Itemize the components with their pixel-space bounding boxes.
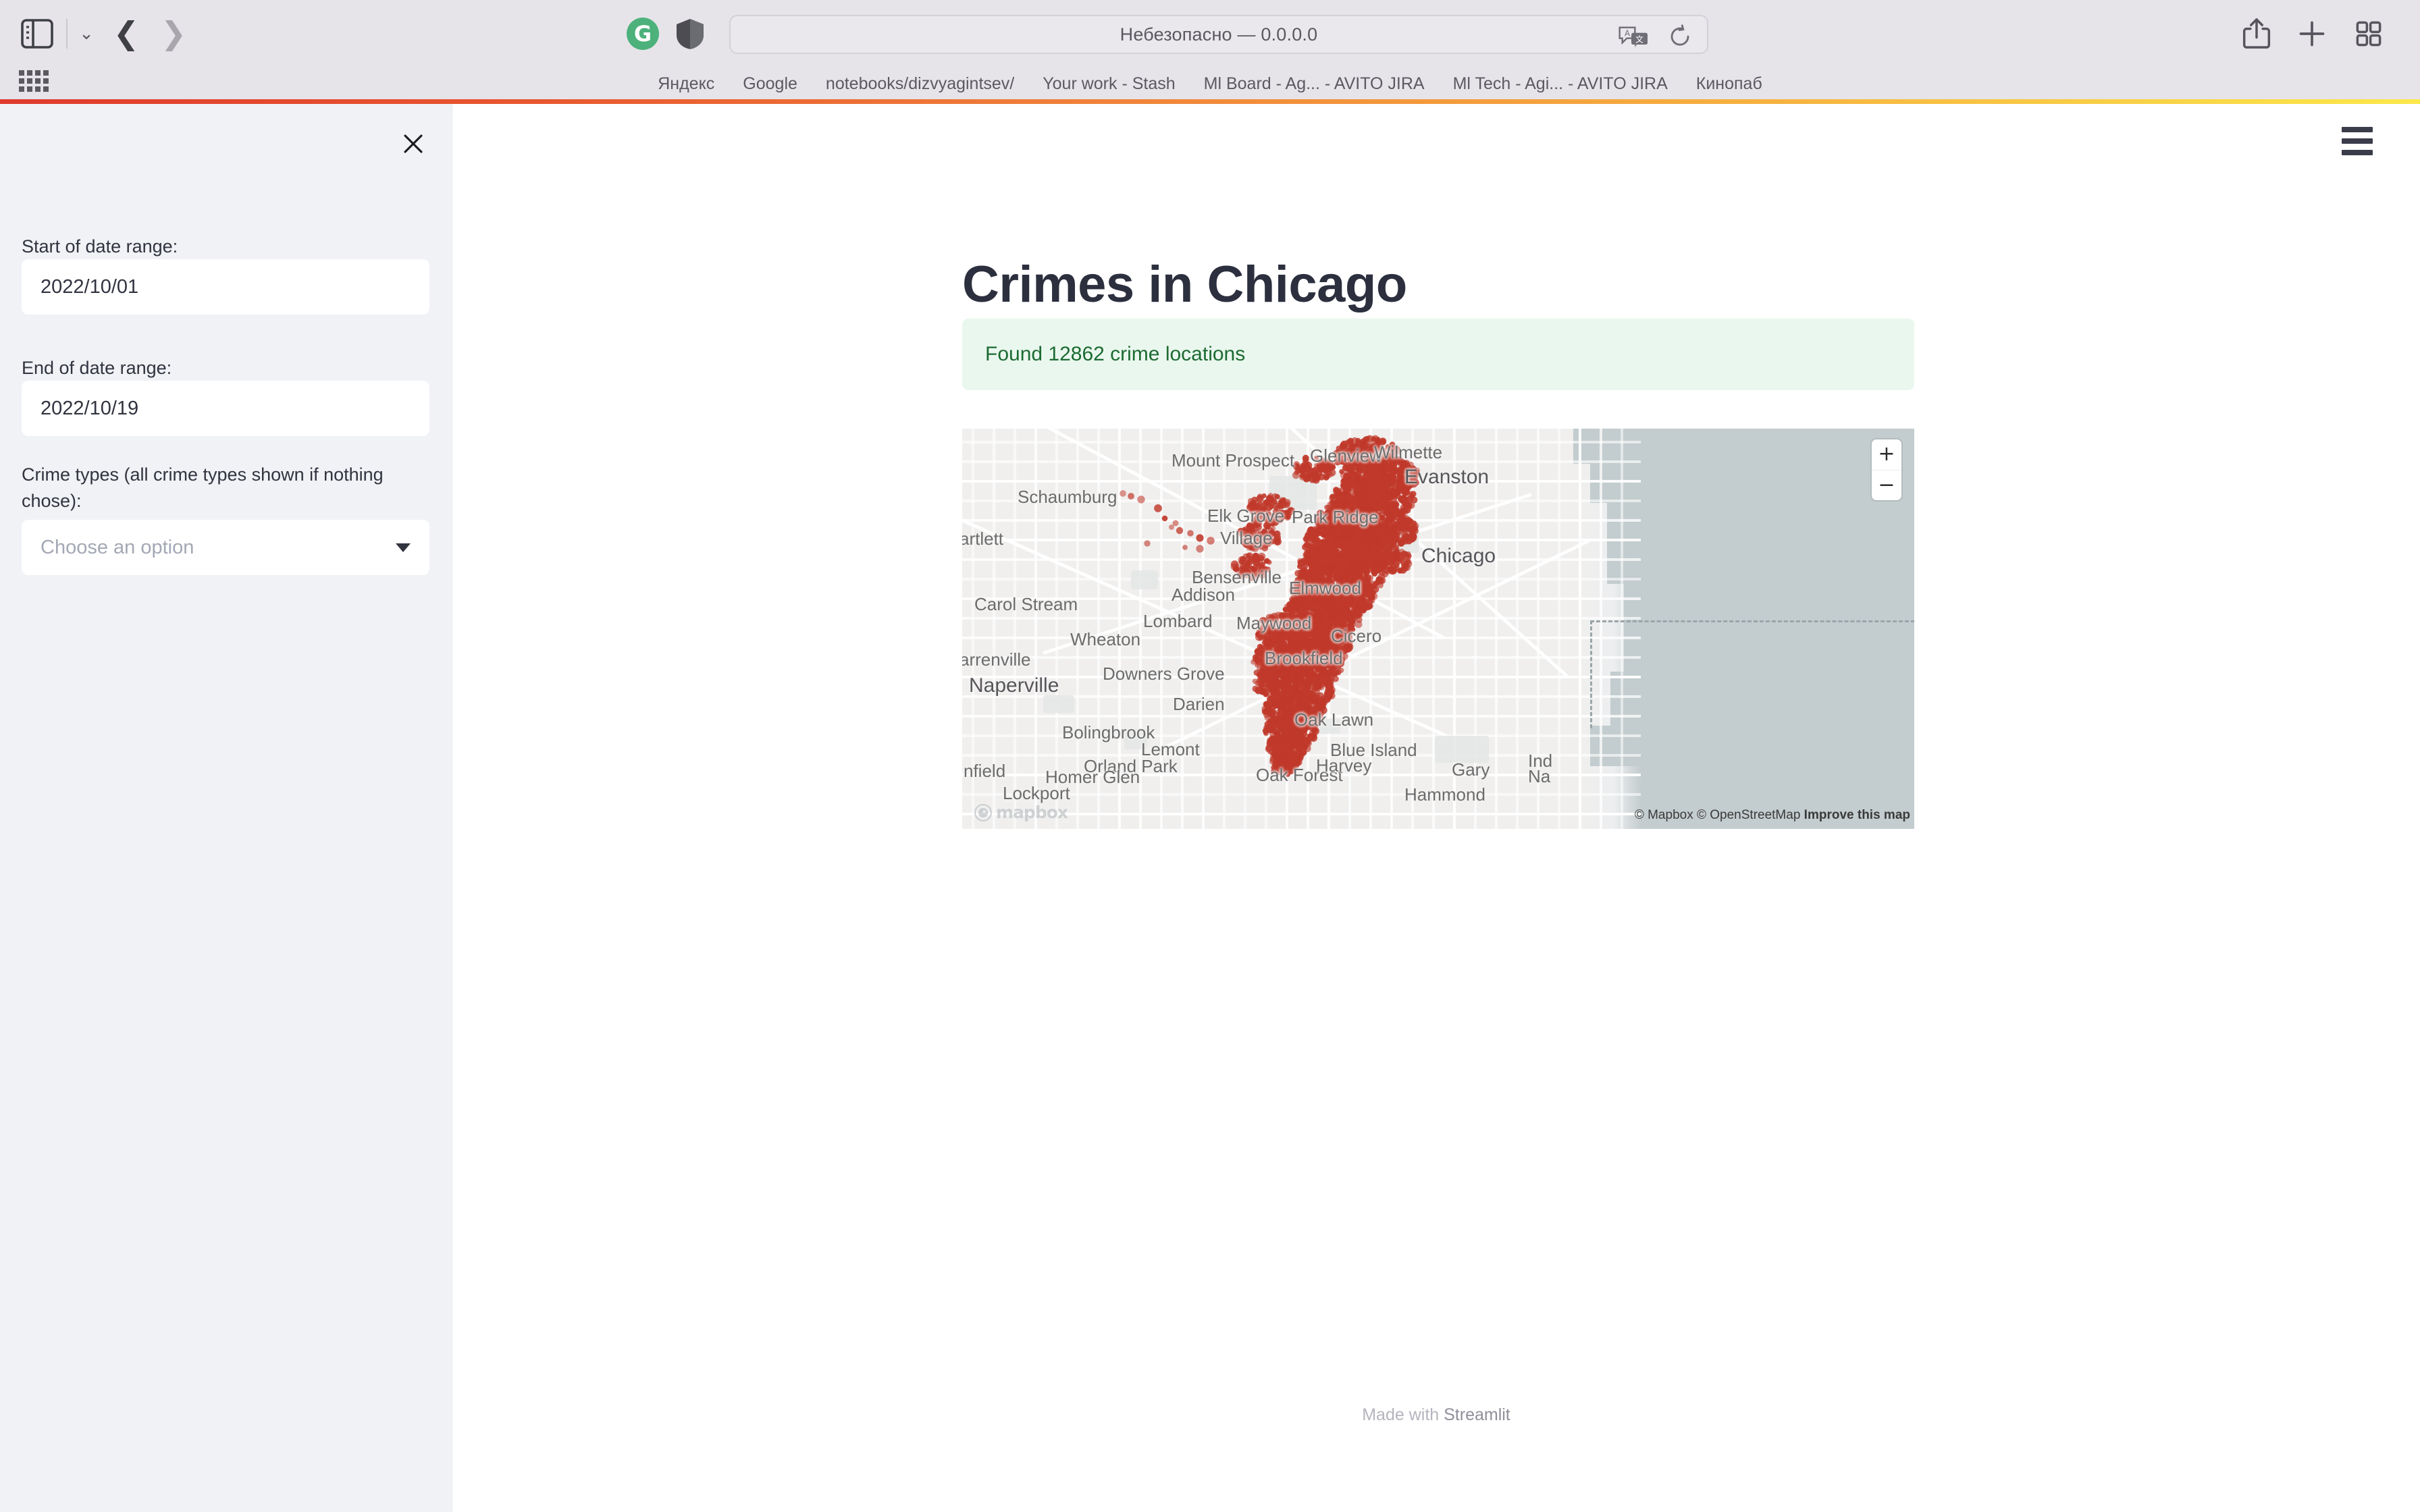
sidebar-toggle-icon[interactable]	[19, 15, 55, 53]
end-date-label: End of date range:	[22, 355, 427, 381]
menu-bar-3	[2342, 150, 2373, 155]
toolbar-divider	[66, 19, 68, 49]
page-title: Crimes in Chicago	[962, 255, 1407, 314]
start-date-value: 2022/10/01	[41, 276, 138, 298]
bookmark-your-work[interactable]: Your work - Stash	[1028, 74, 1189, 94]
forward-chevron-icon: ❯	[161, 18, 187, 49]
translate-icon[interactable]: A 文	[1618, 26, 1650, 47]
map-zoom-in-button[interactable]: +	[1872, 439, 1901, 470]
start-date-input[interactable]: 2022/10/01	[22, 259, 429, 315]
loading-progress-strip	[0, 99, 2420, 104]
map-zoom-controls[interactable]: + −	[1872, 439, 1901, 500]
bookmark-yandex[interactable]: Яндекс	[643, 74, 729, 94]
grammarly-glyph: G	[634, 21, 652, 47]
app-main: Crimes in Chicago Found 12862 crime loca…	[452, 103, 2420, 1512]
browser-toolbar: ⌄ ❮ ❯ G Небезопасно — 0.0.0.0 A 文	[0, 0, 2420, 68]
grammarly-icon[interactable]: G	[627, 18, 659, 50]
crime-location-dots	[962, 429, 1914, 829]
back-button[interactable]: ❮	[107, 12, 146, 54]
success-message: Found 12862 crime locations	[985, 343, 1245, 366]
map-attribution-text: © Mapbox © OpenStreetMap	[1635, 808, 1804, 822]
menu-bar-1	[2342, 127, 2373, 132]
bookmark-kinopab[interactable]: Кинопаб	[1682, 74, 1777, 94]
map-attribution: © Mapbox © OpenStreetMap Improve this ma…	[1635, 808, 1910, 823]
address-bar[interactable]: Небезопасно — 0.0.0.0 A 文	[729, 15, 1708, 54]
close-icon[interactable]	[394, 124, 433, 163]
svg-text:A: A	[1625, 28, 1631, 38]
menu-bar-2	[2342, 138, 2373, 144]
chevron-down-icon	[396, 543, 411, 552]
start-date-label: Start of date range:	[22, 234, 427, 260]
end-date-value: 2022/10/19	[41, 398, 138, 420]
app-sidebar: Start of date range: 2022/10/01 End of d…	[0, 103, 452, 1512]
mapbox-logo-text: mapbox	[996, 803, 1068, 822]
reload-icon[interactable]	[1668, 24, 1692, 49]
footer-prefix: Made with	[1362, 1405, 1444, 1424]
bookmark-ml-tech[interactable]: Ml Tech - Agi... - AVITO JIRA	[1439, 74, 1682, 94]
streamlit-link[interactable]: Streamlit	[1444, 1405, 1510, 1424]
mapbox-logo[interactable]: mapbox	[974, 803, 1068, 822]
status-badge: Found 12862 crime locations	[962, 319, 1914, 390]
back-chevron-icon: ❮	[113, 18, 140, 49]
shield-icon[interactable]	[675, 18, 705, 50]
browser-chrome: ⌄ ❮ ❯ G Небезопасно — 0.0.0.0 A 文 Яндекс…	[0, 0, 2420, 103]
app-footer: Made with Streamlit	[452, 1405, 2420, 1425]
mapbox-mark-icon	[974, 804, 992, 821]
end-date-input[interactable]: 2022/10/19	[22, 381, 429, 436]
crime-types-select[interactable]: Choose an option	[22, 520, 429, 575]
chevron-down-glyph: ⌄	[79, 25, 94, 43]
chevron-down-icon[interactable]: ⌄	[72, 15, 101, 53]
svg-text:文: 文	[1635, 34, 1643, 45]
hamburger-menu-icon[interactable]	[2342, 122, 2381, 161]
crime-types-label: Crime types (all crime types shown if no…	[22, 462, 427, 514]
crime-map[interactable]: Mount Prospect Glenview Wilmette Evanston Sc…	[962, 429, 1914, 829]
forward-button[interactable]: ❯	[154, 12, 193, 54]
bookmark-notebooks[interactable]: notebooks/dizvyagintsev/	[812, 74, 1028, 94]
new-tab-button[interactable]	[2293, 14, 2331, 54]
map-zoom-out-button[interactable]: −	[1872, 470, 1901, 501]
improve-map-link[interactable]: Improve this map	[1804, 808, 1910, 822]
share-icon[interactable]	[2238, 14, 2276, 54]
bookmarks-bar: Яндекс Google notebooks/dizvyagintsev/ Y…	[0, 65, 2420, 103]
crime-types-placeholder: Choose an option	[41, 537, 194, 559]
streamlit-app: Start of date range: 2022/10/01 End of d…	[0, 103, 2420, 1512]
address-bar-text: Небезопасно — 0.0.0.0	[1120, 24, 1318, 45]
bookmark-ml-board[interactable]: Ml Board - Ag... - AVITO JIRA	[1190, 74, 1439, 94]
bookmark-google[interactable]: Google	[729, 74, 812, 94]
tab-grid-icon[interactable]	[2350, 14, 2388, 54]
